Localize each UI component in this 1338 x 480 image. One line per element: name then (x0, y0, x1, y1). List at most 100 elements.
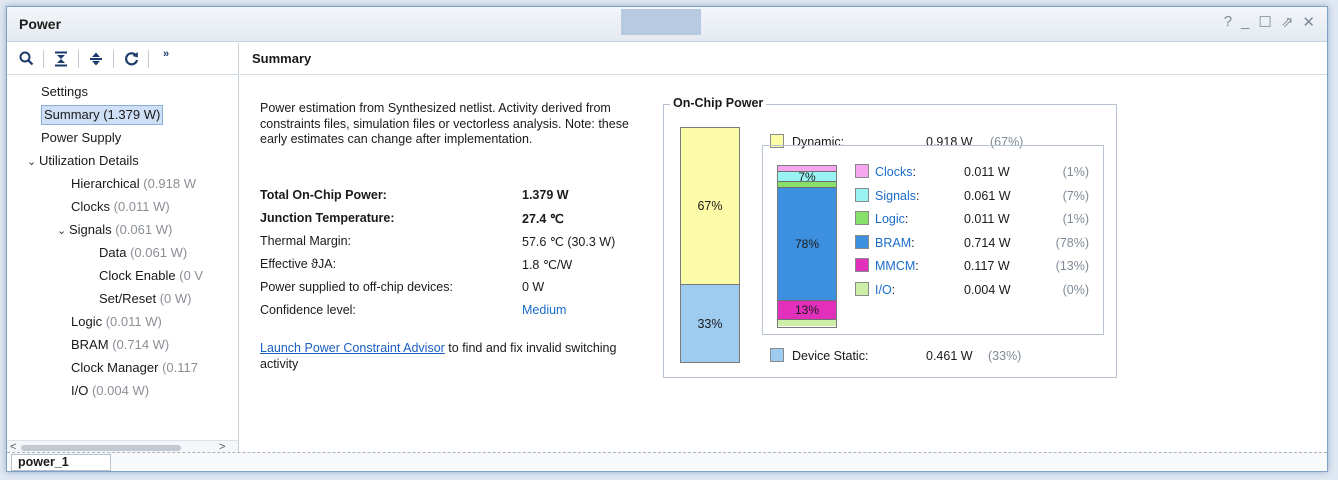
summary-pane: Summary Power estimation from Synthesize… (240, 43, 1327, 454)
more-icon[interactable]: » (155, 48, 177, 70)
legend-swatch (855, 258, 869, 272)
advisor-line: Launch Power Constraint Advisor to find … (260, 341, 620, 372)
tree-item-label: Utilization Details (39, 153, 139, 168)
legend-label-signals[interactable]: Signals: (875, 189, 919, 203)
tree-item-data[interactable]: Data (0.061 W) (7, 243, 238, 266)
legend-label-logic[interactable]: Logic: (875, 212, 908, 226)
legend-label-io[interactable]: I/O: (875, 283, 895, 297)
minimize-icon[interactable]: _ (1241, 13, 1249, 31)
tree-item-power-supply[interactable]: Power Supply (7, 128, 238, 151)
tree-item-text: Signals (0.061 W) (69, 222, 172, 237)
tree-item-label: Power Supply (41, 130, 122, 145)
tree-item-clock-manager[interactable]: Clock Manager (0.117 (7, 358, 238, 381)
stat-row: Power supplied to off-chip devices: 0 W (260, 280, 660, 300)
stat-label: Thermal Margin: (260, 234, 351, 248)
tree-item-text: Settings (41, 84, 88, 99)
tree-item-text: I/O (0.004 W) (71, 383, 149, 398)
legend-name[interactable]: MMCM (875, 259, 915, 273)
chevron-down-icon[interactable]: ⌄ (27, 152, 39, 172)
dynamic-breakdown-frame: 7% 78% 13% Clocks: 0.011 W (1%) Signals: 0.061… (762, 145, 1104, 335)
tree-item-text: Data (0.061 W) (99, 245, 187, 260)
tree-item-utilization-details[interactable]: ⌄ Utilization Details (7, 151, 238, 174)
chevron-down-icon[interactable]: ⌄ (57, 221, 69, 241)
confidence-level-link[interactable]: Medium (522, 303, 566, 317)
tree-item-label: I/O (71, 383, 89, 398)
tree-item-text: BRAM (0.714 W) (71, 337, 169, 352)
tree-item-clocks[interactable]: Clocks (0.011 W) (7, 197, 238, 220)
window-title: Power (19, 16, 62, 32)
legend-label-clocks[interactable]: Clocks: (875, 165, 916, 179)
legend-label-bram[interactable]: BRAM: (875, 236, 915, 250)
tree-item-label: Clock Manager (71, 360, 159, 375)
stat-row: Total On-Chip Power: 1.379 W (260, 188, 660, 208)
tree-item-value: (0.714 W) (112, 337, 170, 352)
legend-name[interactable]: BRAM (875, 236, 911, 250)
tree-item-summary-1-379-w[interactable]: Summary (1.379 W) (7, 105, 238, 128)
legend-swatch (855, 234, 869, 249)
bottom-tab-bar: power_1 (7, 452, 1327, 471)
title-drag-highlight[interactable] (621, 9, 701, 35)
legend-percent: (0%) (1062, 282, 1089, 297)
maximize-icon[interactable]: ☐ (1258, 13, 1271, 31)
toolbar-separator (78, 49, 79, 68)
navigation-pane: » Settings Summary (1.379 W) Power Supply ⌄… (7, 43, 239, 454)
tree-item-i-o[interactable]: I/O (0.004 W) (7, 381, 238, 404)
device-static-percent: (33%) (988, 349, 1022, 363)
breakdown-segment-mmcm: 13% (778, 301, 836, 320)
tree-item-text: Power Supply (41, 130, 121, 145)
device-static-label: Device Static: (792, 349, 869, 363)
title-bar: Power ? _ ☐ ⇗ ✕ (7, 7, 1327, 42)
close-icon[interactable]: ✕ (1302, 13, 1315, 31)
legend-label-mmcm[interactable]: MMCM: (875, 259, 919, 273)
stat-value: 1.379 W (522, 188, 569, 202)
tab-power-1[interactable]: power_1 (11, 454, 111, 471)
tree-item-hierarchical[interactable]: Hierarchical (0.918 W (7, 174, 238, 197)
tree-item-value: (0.004 W) (91, 383, 150, 398)
stat-value: 1.8 ℃/W (522, 258, 573, 272)
tree-item-value: (0.011 W) (105, 314, 162, 329)
tree-item-logic[interactable]: Logic (0.011 W) (7, 312, 238, 335)
tree-item-signals[interactable]: ⌄ Signals (0.061 W) (7, 220, 238, 243)
legend-name[interactable]: Clocks (875, 165, 913, 179)
launch-power-constraint-advisor-link[interactable]: Launch Power Constraint Advisor (260, 341, 445, 355)
summary-header: Summary (240, 43, 1327, 75)
search-icon[interactable] (15, 48, 37, 70)
toolbar-separator (148, 49, 149, 68)
tree-item-text: Clock Manager (0.117 (71, 360, 198, 375)
breakdown-segment-bram: 78% (778, 188, 836, 301)
tree-item-bram[interactable]: BRAM (0.714 W) (7, 335, 238, 358)
tree-item-set-reset[interactable]: Set/Reset (0 W) (7, 289, 238, 312)
legend-percent: (7%) (1062, 188, 1089, 203)
legend-value: 0.714 W (964, 235, 1011, 250)
legend-name[interactable]: Logic (875, 212, 905, 226)
float-icon[interactable]: ⇗ (1281, 13, 1294, 31)
tree-item-text: Utilization Details (39, 153, 139, 168)
stat-row: Confidence level: Medium (260, 303, 660, 323)
breakdown-segment-label: 13% (794, 303, 820, 317)
tree-item-settings[interactable]: Settings (7, 82, 238, 105)
legend-swatch (855, 164, 869, 178)
stat-row: Thermal Margin: 57.6 ℃ (30.3 W) (260, 234, 660, 254)
tree-item-label: Hierarchical (71, 176, 140, 191)
dynamic-bar-segment: 67% (681, 128, 739, 285)
refresh-icon[interactable] (120, 48, 142, 70)
power-window: Power ? _ ☐ ⇗ ✕ » Settings Summary (1.37… (6, 6, 1328, 472)
scrollbar-thumb[interactable] (21, 445, 181, 451)
help-icon[interactable]: ? (1224, 13, 1232, 31)
tree-item-text: Summary (1.379 W) (41, 105, 164, 125)
tree-item-label: Signals (69, 222, 112, 237)
legend-name[interactable]: Signals (875, 189, 916, 203)
total-power-bar: 67% 33% (680, 127, 740, 363)
legend-percent: (1%) (1062, 165, 1089, 179)
tree-item-clock-enable[interactable]: Clock Enable (0 V (7, 266, 238, 289)
on-chip-power-panel: On-Chip Power 67% 33% Dynamic: 0.918 W (… (663, 96, 1117, 378)
device-static-value: 0.461 W (926, 349, 973, 363)
stat-row: Effective ϑJA: 1.8 ℃/W (260, 257, 660, 277)
legend-percent: (1%) (1062, 212, 1089, 226)
legend-name[interactable]: I/O (875, 283, 892, 297)
collapse-all-icon[interactable] (50, 48, 72, 70)
expand-all-icon[interactable] (85, 48, 107, 70)
on-chip-power-title: On-Chip Power (670, 96, 767, 110)
tree-item-label: Logic (71, 314, 103, 329)
legend-value: 0.061 W (964, 188, 1011, 203)
